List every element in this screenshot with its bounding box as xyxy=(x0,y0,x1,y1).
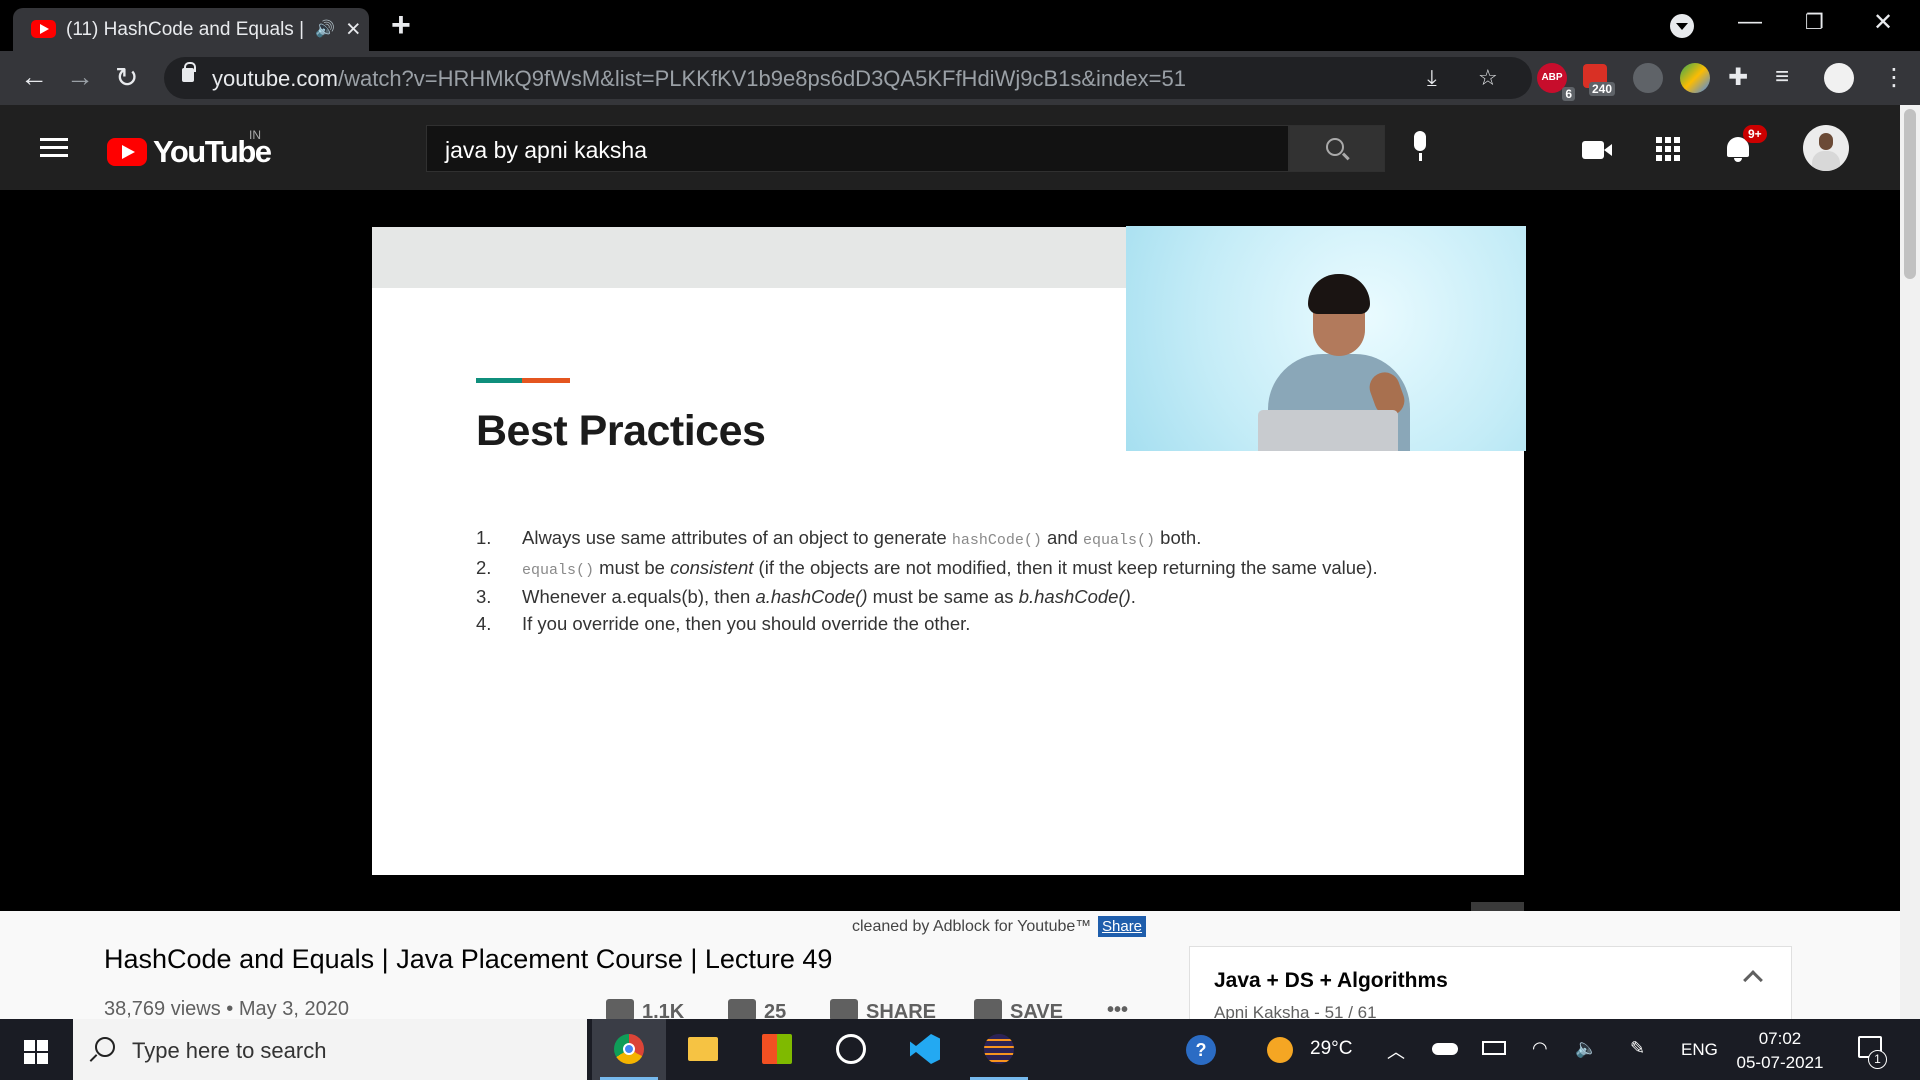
tab-search-icon[interactable] xyxy=(1670,14,1694,38)
clock-time: 07:02 xyxy=(1758,1029,1802,1048)
taskbar-chrome[interactable] xyxy=(592,1019,666,1080)
url-text[interactable]: youtube.com/watch?v=HRHMkQ9fWsM&list=PLK… xyxy=(212,66,1186,92)
adblock-icon[interactable]: ABP 6 xyxy=(1537,63,1575,101)
windows-start-icon[interactable] xyxy=(24,1040,48,1064)
speaker-icon[interactable]: 🔊 xyxy=(315,19,335,39)
scrollbar-thumb[interactable] xyxy=(1904,109,1916,279)
notification-count: 1 xyxy=(1868,1050,1887,1069)
search-icon xyxy=(1326,138,1344,156)
playlist-add-icon xyxy=(974,999,1002,1021)
taskbar-vscode[interactable] xyxy=(888,1019,962,1080)
onedrive-icon[interactable] xyxy=(1432,1043,1458,1055)
player-control[interactable] xyxy=(1471,902,1524,911)
lock-icon[interactable] xyxy=(182,62,196,82)
upload-date: May 3, 2020 xyxy=(238,998,349,1020)
presenter-webcam xyxy=(1126,226,1526,451)
wifi-icon[interactable]: ◠ xyxy=(1532,1038,1548,1059)
forward-button[interactable]: → xyxy=(66,61,94,93)
notification-badge: 9+ xyxy=(1743,125,1767,143)
youtube-play-icon xyxy=(107,138,147,166)
share-arrow-icon xyxy=(830,999,858,1021)
install-app-icon[interactable]: ⤓ xyxy=(1427,65,1437,91)
browser-toolbar: ← → ↻ youtube.com/watch?v=HRHMkQ9fWsM&li… xyxy=(0,51,1920,105)
thumbs-up-icon xyxy=(606,999,634,1021)
vscode-icon xyxy=(910,1034,940,1064)
taskbar-search-box[interactable]: Type here to search xyxy=(73,1019,587,1080)
laptop-icon xyxy=(1258,410,1398,451)
new-tab-button[interactable]: + xyxy=(391,6,411,45)
view-count: 38,769 views xyxy=(104,998,221,1020)
slide-item: 1. Always use same attributes of an obje… xyxy=(476,527,1202,549)
slide-list: 1. Always use same attributes of an obje… xyxy=(476,525,1396,637)
youtube-favicon-icon xyxy=(31,20,56,38)
window-close-button[interactable]: ✕ xyxy=(1873,8,1893,37)
taskbar-app[interactable] xyxy=(814,1019,888,1080)
page-scrollbar[interactable] xyxy=(1900,105,1920,1019)
slide-heading: Best Practices xyxy=(476,407,766,455)
extensions-puzzle-icon[interactable]: ✚ xyxy=(1728,63,1748,92)
bookmark-star-icon[interactable]: ☆ xyxy=(1478,65,1498,91)
thumbs-down-icon xyxy=(728,999,756,1021)
search-query[interactable]: java by apni kaksha xyxy=(445,137,647,164)
clock-date: 05-07-2021 xyxy=(1736,1053,1824,1072)
search-icon xyxy=(95,1037,115,1057)
volume-icon[interactable]: 🔈 xyxy=(1575,1038,1597,1059)
taskbar-file-explorer[interactable] xyxy=(666,1019,740,1080)
adblock-share-link[interactable]: Share xyxy=(1098,916,1147,937)
video-meta: 38,769 views • May 3, 2020 xyxy=(104,998,349,1020)
tab-counter-icon[interactable]: 240 xyxy=(1583,64,1615,96)
create-video-icon[interactable] xyxy=(1582,141,1612,159)
taskbar-microsoft-store[interactable] xyxy=(740,1019,814,1080)
windows-taskbar: Type here to search ? 29°C ︿ ◠ 🔈 ✎ ENG 0… xyxy=(0,1019,1920,1080)
weather-sun-icon[interactable] xyxy=(1267,1037,1293,1063)
slide-accent-orange xyxy=(522,378,570,383)
video-player[interactable]: Best Practices 1. Always use same attrib… xyxy=(0,190,1900,911)
playlist-title[interactable]: Java + DS + Algorithms xyxy=(1214,969,1448,993)
address-bar[interactable]: youtube.com/watch?v=HRHMkQ9fWsM&list=PLK… xyxy=(164,57,1532,99)
slide-item: 2. equals() must be consistent (if the o… xyxy=(476,556,1378,579)
temperature[interactable]: 29°C xyxy=(1310,1038,1352,1060)
app-icon xyxy=(836,1034,866,1064)
microphone-icon xyxy=(1414,131,1426,151)
battery-icon[interactable] xyxy=(1482,1041,1506,1055)
reload-button[interactable]: ↻ xyxy=(115,61,138,94)
youtube-masthead: YouTube IN java by apni kaksha 9+ xyxy=(0,105,1920,190)
browser-tab-active[interactable]: (11) HashCode and Equals | J 🔊 × xyxy=(13,8,369,51)
browser-tab-strip: (11) HashCode and Equals | J 🔊 × + — ❐ ✕ xyxy=(0,0,1920,51)
chrome-menu-icon[interactable]: ⋮ xyxy=(1882,63,1906,92)
search-input[interactable]: java by apni kaksha xyxy=(426,125,1289,172)
profile-avatar[interactable] xyxy=(1824,63,1854,93)
show-hidden-icons-icon[interactable]: ︿ xyxy=(1387,1038,1405,1064)
search-placeholder: Type here to search xyxy=(132,1038,327,1063)
slide-item: 3. Whenever a.equals(b), then a.hashCode… xyxy=(476,586,1136,607)
back-button[interactable]: ← xyxy=(20,61,48,93)
file-explorer-icon xyxy=(688,1037,718,1061)
system-clock[interactable]: 07:02 05-07-2021 xyxy=(1727,1027,1833,1075)
slide-accent-teal xyxy=(476,378,522,383)
account-avatar[interactable] xyxy=(1803,125,1849,171)
search-button[interactable] xyxy=(1289,125,1385,172)
color-extension-icon[interactable] xyxy=(1680,63,1710,93)
tab-title: (11) HashCode and Equals | J xyxy=(66,19,306,40)
minimize-button[interactable]: — xyxy=(1738,8,1762,36)
taskbar-eclipse[interactable] xyxy=(962,1019,1036,1080)
help-icon[interactable]: ? xyxy=(1186,1035,1216,1065)
country-code: IN xyxy=(249,128,261,142)
adblock-notice: cleaned by Adblock for Youtube™ xyxy=(852,918,1092,935)
tab-close-icon[interactable]: × xyxy=(346,15,361,44)
pen-icon[interactable]: ✎ xyxy=(1630,1038,1645,1059)
guide-menu-icon[interactable] xyxy=(40,138,68,158)
media-control-icon[interactable]: ≡ xyxy=(1775,63,1789,91)
video-title: HashCode and Equals | Java Placement Cou… xyxy=(104,944,833,974)
restore-button[interactable]: ❐ xyxy=(1805,10,1824,35)
video-info-area: cleaned by Adblock for Youtube™ Share Ha… xyxy=(0,911,1900,1036)
chevron-up-icon[interactable] xyxy=(1743,970,1763,990)
eclipse-icon xyxy=(984,1034,1014,1064)
extension-icon[interactable] xyxy=(1633,63,1663,93)
input-language[interactable]: ENG xyxy=(1681,1040,1718,1060)
slide-item: 4. If you override one, then you should … xyxy=(476,612,971,634)
slide-top-band xyxy=(372,227,1126,288)
apps-grid-icon[interactable] xyxy=(1656,137,1680,161)
microsoft-store-icon xyxy=(762,1034,792,1064)
